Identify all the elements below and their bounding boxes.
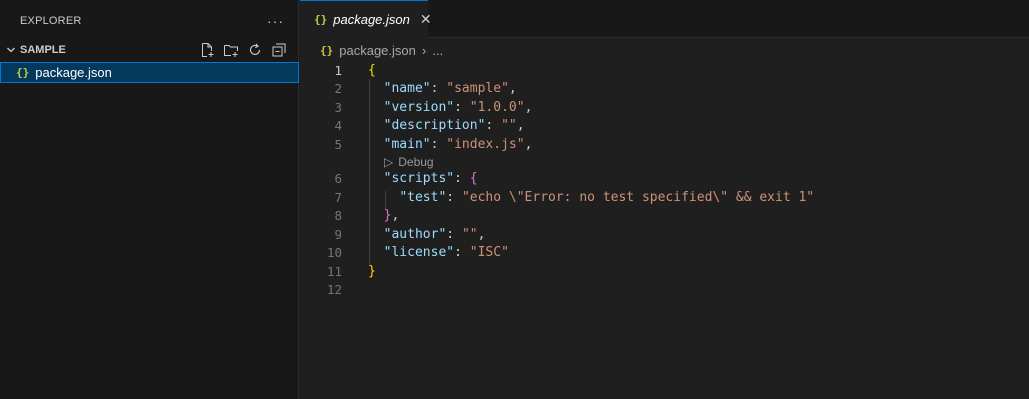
- json-value: "": [501, 118, 517, 134]
- code-line: 11 }: [300, 262, 1029, 281]
- brace: {: [368, 62, 376, 78]
- refresh-icon[interactable]: [246, 41, 264, 59]
- brace: {: [469, 171, 478, 187]
- line-number: 5: [334, 136, 342, 152]
- code-line: 1 {: [300, 61, 1029, 80]
- json-value: "index.js": [446, 136, 525, 152]
- play-icon: ▷: [384, 154, 394, 169]
- line-number: 10: [326, 245, 342, 261]
- line-number: 7: [334, 189, 342, 205]
- code-line: 8 },: [300, 207, 1029, 226]
- file-item-package-json[interactable]: {} package.json: [0, 62, 299, 83]
- collapse-all-icon[interactable]: [270, 41, 288, 59]
- more-actions-button[interactable]: ···: [267, 13, 284, 29]
- code-line: 7 "test": "echo \"Error: no test specifi…: [300, 188, 1029, 207]
- json-value: "ISC": [469, 245, 509, 261]
- codelens-label: Debug: [398, 154, 434, 169]
- line-number: 12: [326, 282, 342, 298]
- json-key: "description": [383, 118, 486, 134]
- breadcrumb-file[interactable]: package.json: [339, 43, 416, 58]
- line-number: 4: [334, 118, 342, 134]
- line-number: 8: [334, 208, 342, 224]
- json-file-icon: {}: [16, 66, 30, 79]
- folder-section-header[interactable]: SAMPLE: [0, 42, 298, 58]
- code-line: 2 "name": "sample",: [300, 80, 1029, 99]
- json-key: "version": [383, 99, 455, 115]
- json-key: "test": [399, 189, 447, 205]
- chevron-right-icon: ›: [421, 42, 427, 58]
- json-key: "author": [383, 226, 447, 242]
- line-number: 9: [334, 226, 342, 242]
- code-line: 12: [300, 281, 1029, 300]
- json-key: "license": [383, 245, 455, 261]
- chevron-down-icon: [4, 43, 18, 57]
- code-line: 6 "scripts": {: [300, 170, 1029, 189]
- close-icon[interactable]: ✕: [420, 11, 432, 28]
- brace: }: [368, 263, 376, 279]
- breadcrumb-symbols[interactable]: ...: [432, 43, 443, 58]
- json-file-icon: {}: [320, 43, 334, 57]
- file-name: package.json: [35, 65, 112, 80]
- explorer-sidebar: EXPLORER ··· SAMPLE {} package.json: [0, 0, 299, 399]
- json-key: "scripts": [383, 171, 455, 187]
- tab-label: package.json: [333, 12, 410, 27]
- line-number: 1: [334, 62, 342, 78]
- code-line: 4 "description": "",: [300, 117, 1029, 136]
- line-number: 3: [334, 99, 342, 115]
- new-folder-icon[interactable]: [222, 41, 240, 59]
- json-file-icon: {}: [314, 13, 328, 26]
- editor-area: {} package.json ✕ {} package.json › ... …: [300, 0, 1029, 399]
- line-number: 11: [326, 263, 342, 279]
- code-editor[interactable]: 1 { 2 "name": "sample", 3 "version": "1.…: [300, 61, 1029, 299]
- section-actions: [198, 41, 288, 59]
- explorer-title: EXPLORER: [20, 15, 82, 27]
- line-number: 2: [334, 81, 342, 97]
- json-key: "main": [383, 136, 431, 152]
- code-line: 3 "version": "1.0.0",: [300, 98, 1029, 117]
- code-line: 10 "license": "ISC": [300, 244, 1029, 263]
- line-number: 6: [334, 171, 342, 187]
- folder-name: SAMPLE: [20, 44, 66, 56]
- debug-codelens[interactable]: ▷ Debug: [384, 154, 1029, 170]
- json-value: "": [461, 226, 478, 242]
- json-value: "sample": [446, 81, 509, 97]
- explorer-header: EXPLORER ···: [0, 0, 298, 42]
- tab-package-json[interactable]: {} package.json ✕: [300, 0, 432, 38]
- json-value: "echo \"Error: no test specified\" && ex…: [461, 189, 815, 205]
- json-key: "name": [383, 81, 431, 97]
- code-line: 5 "main": "index.js",: [300, 135, 1029, 154]
- json-value: "1.0.0": [469, 99, 525, 115]
- tab-bar: {} package.json ✕: [300, 0, 1029, 38]
- code-line: 9 "author": "",: [300, 225, 1029, 244]
- new-file-icon[interactable]: [198, 41, 216, 59]
- breadcrumb: {} package.json › ...: [300, 38, 1029, 62]
